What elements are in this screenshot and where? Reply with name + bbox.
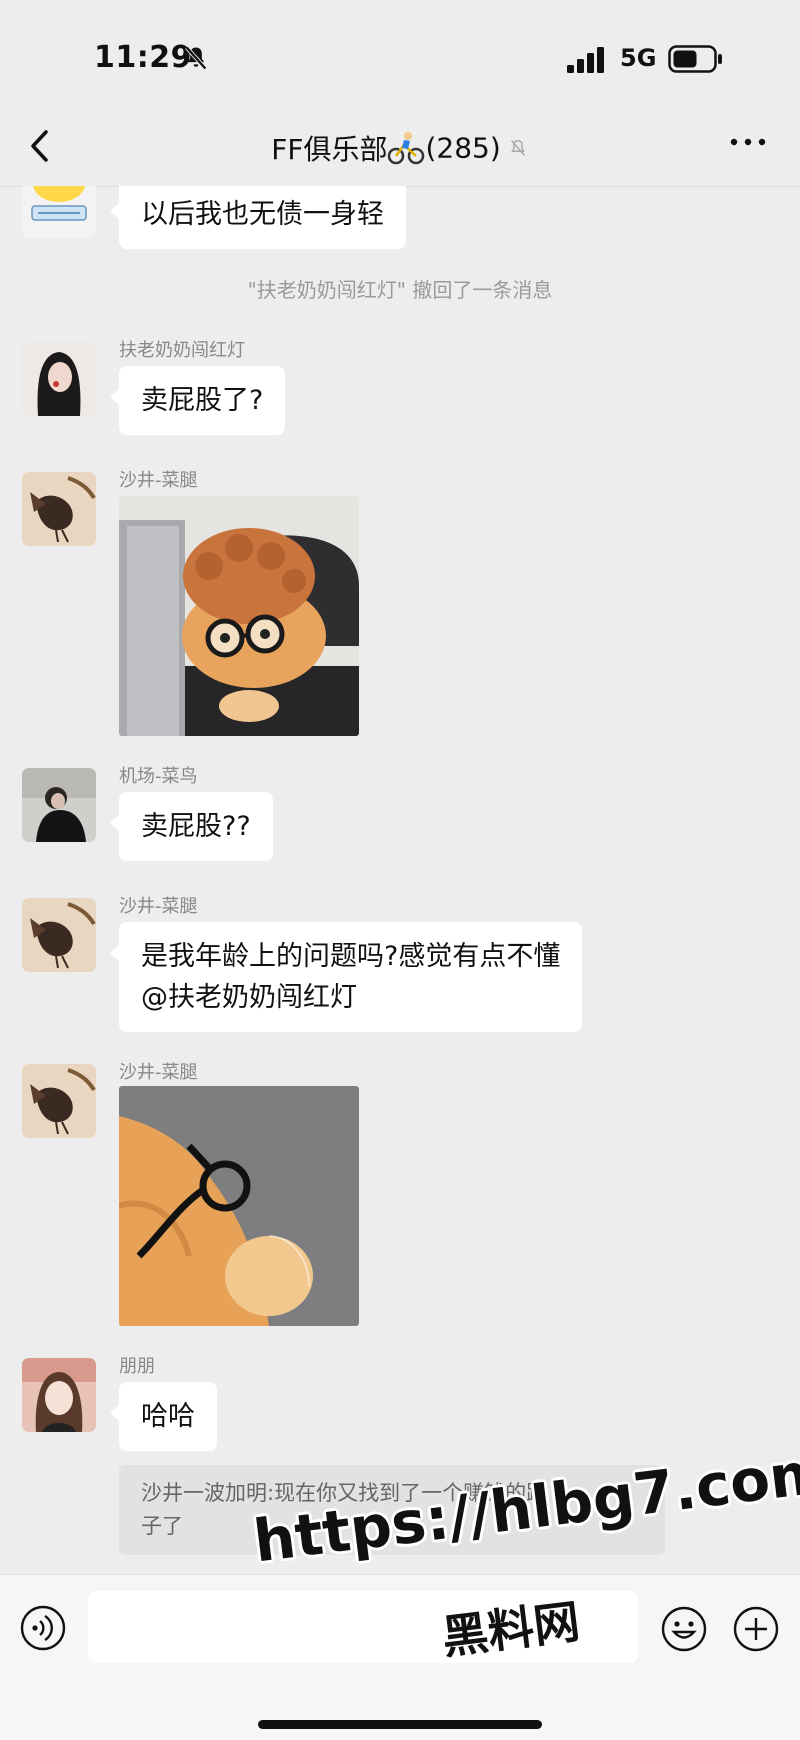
network-type: 5G xyxy=(620,44,657,72)
more-options-icon[interactable] xyxy=(728,132,768,152)
home-indicator xyxy=(258,1720,542,1729)
input-bar xyxy=(0,1574,800,1740)
chat-header: FF俱乐部 (285) xyxy=(0,110,800,187)
avatar[interactable] xyxy=(22,342,96,416)
avatar[interactable] xyxy=(22,898,96,972)
avatar[interactable] xyxy=(22,768,96,842)
bird-avatar-icon xyxy=(22,1064,96,1138)
sender-name: 沙井-菜腿 xyxy=(119,1062,198,1083)
message-text: 以后我也无债一身轻 xyxy=(141,199,384,230)
message-bubble[interactable]: 哈哈 xyxy=(110,1382,217,1451)
message-bubble[interactable]: 以后我也无债一身轻 xyxy=(110,186,406,249)
message-text: 哈哈 xyxy=(141,1401,195,1432)
avatar[interactable] xyxy=(22,1064,96,1138)
image-message[interactable] xyxy=(119,496,359,736)
message-bubble[interactable]: 卖屁股?? xyxy=(110,792,273,861)
message-bubble[interactable]: 是我年龄上的问题吗?感觉有点不懂 @扶老奶奶闯红灯 xyxy=(109,922,583,1032)
cyclist-emoji-icon xyxy=(388,132,425,165)
group-name: FF俱乐部 xyxy=(271,133,388,166)
status-time: 11:29 xyxy=(94,40,192,75)
mention-text[interactable]: @扶老奶奶闯红灯 xyxy=(141,977,560,1018)
girl-avatar-icon xyxy=(22,1358,96,1432)
message-bubble[interactable]: 卖屁股了? xyxy=(109,366,286,435)
bird-avatar-icon xyxy=(22,898,96,972)
cartoon-avatar-icon xyxy=(31,186,87,221)
cellular-signal-icon xyxy=(567,47,604,73)
chat-title: FF俱乐部 (285) xyxy=(0,128,800,168)
message-list[interactable]: 以后我也无债一身轻 "扶老奶奶闯红灯" 撤回了一条消息 扶老奶奶闯红灯 卖屁股了… xyxy=(0,186,800,1574)
bird-avatar-icon xyxy=(22,472,96,546)
sender-name: 机场-菜鸟 xyxy=(119,766,198,787)
message-text: 是我年龄上的问题吗?感觉有点不懂 xyxy=(141,941,561,972)
sender-name: 扶老奶奶闯红灯 xyxy=(119,340,245,361)
cat-closeup-with-glasses-image xyxy=(119,1086,359,1326)
person-avatar-icon xyxy=(22,768,96,842)
avatar[interactable] xyxy=(22,186,96,238)
woman-avatar-icon xyxy=(22,342,96,416)
voice-input-icon[interactable] xyxy=(20,1605,66,1651)
sender-name: 沙井-菜腿 xyxy=(119,896,198,917)
mute-icon xyxy=(510,139,525,156)
plus-icon[interactable] xyxy=(732,1605,780,1653)
message-text: 卖屁股了? xyxy=(141,385,264,416)
battery-icon xyxy=(668,45,722,73)
recall-notice: "扶老奶奶闯红灯" 撤回了一条消息 xyxy=(247,278,553,302)
message-text: 卖屁股?? xyxy=(141,811,251,842)
emoji-icon[interactable] xyxy=(660,1605,708,1653)
image-message[interactable] xyxy=(119,1086,359,1326)
avatar[interactable] xyxy=(22,1358,96,1432)
status-bar: 11:29 5G xyxy=(0,0,800,110)
avatar[interactable] xyxy=(22,472,96,546)
member-count: (285) xyxy=(425,131,501,165)
sender-name: 沙井-菜腿 xyxy=(119,470,198,491)
bell-off-icon xyxy=(185,46,207,70)
cat-with-wig-and-glasses-image xyxy=(119,496,359,736)
sender-name: 朋朋 xyxy=(119,1356,155,1377)
